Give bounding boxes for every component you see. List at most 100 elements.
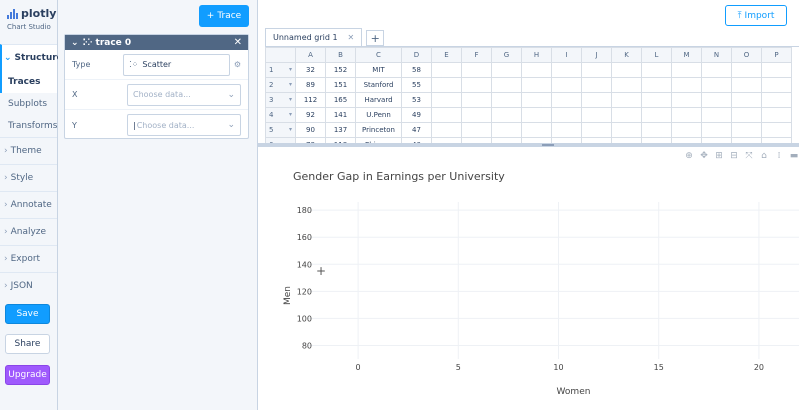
grid-cell[interactable] [761,62,792,78]
column-header[interactable]: E [431,47,462,63]
grid-cell[interactable] [761,107,792,123]
grid-cell[interactable] [731,122,762,138]
x-data-select[interactable]: Choose data... ⌄ [127,83,241,106]
grid-cell[interactable] [611,107,642,123]
grid-cell[interactable]: 165 [325,92,356,108]
gear-icon[interactable]: ⚙ [234,60,241,69]
row-menu-icon[interactable]: ▾ [289,126,292,133]
column-header[interactable]: J [581,47,612,63]
grid-cell[interactable]: Stanford [355,77,402,93]
grid-cell[interactable]: 152 [325,62,356,78]
grid-cell[interactable] [731,77,762,93]
grid-cell[interactable]: 47 [401,122,432,138]
column-header[interactable]: O [731,47,762,63]
column-header[interactable]: K [611,47,642,63]
share-button[interactable]: Share [5,334,50,354]
grid-cell[interactable]: 32 [295,62,326,78]
grid-cell[interactable] [761,122,792,138]
nav-analyze[interactable]: › Analyze [0,218,57,245]
grid-cell[interactable]: 89 [295,77,326,93]
grid-cell[interactable]: 137 [325,122,356,138]
column-header[interactable]: N [701,47,732,63]
upgrade-button[interactable]: Upgrade [5,365,50,385]
grid-cell[interactable] [491,92,522,108]
grid-cell[interactable] [641,122,672,138]
column-header[interactable]: A [295,47,326,63]
grid-cell[interactable] [731,92,762,108]
grid-cell[interactable] [521,77,552,93]
grid-cell[interactable] [461,107,492,123]
grid-cell[interactable] [581,62,612,78]
nav-json[interactable]: › JSON [0,272,57,299]
nav-annotate[interactable]: › Annotate [0,191,57,218]
grid-cell[interactable] [611,122,642,138]
grid-cell[interactable] [701,92,732,108]
column-header[interactable]: H [521,47,552,63]
column-header[interactable]: L [641,47,672,63]
row-header[interactable]: 2 ▾ [265,77,296,93]
column-header[interactable]: F [461,47,492,63]
grid-cell[interactable] [671,77,702,93]
close-icon[interactable]: ✕ [234,37,242,48]
row-menu-icon[interactable]: ▾ [289,111,292,118]
row-menu-icon[interactable]: ▾ [289,96,292,103]
grid-cell[interactable] [581,92,612,108]
grid-cell[interactable] [551,77,582,93]
grid-cell[interactable] [491,62,522,78]
grid-cell[interactable]: 55 [401,77,432,93]
nav-item-transforms[interactable]: Transforms [0,115,57,137]
row-header[interactable]: 3 ▾ [265,92,296,108]
grid-cell[interactable] [491,107,522,123]
grid-cell[interactable] [671,92,702,108]
grid-cell[interactable]: 90 [295,122,326,138]
grid-cell[interactable]: MIT [355,62,402,78]
row-header[interactable]: 1 ▾ [265,62,296,78]
grid-cell[interactable] [461,92,492,108]
trace-header[interactable]: ⌄ ⁚⁘ trace 0 ✕ [65,35,248,50]
grid-cell[interactable] [461,122,492,138]
grid-cell[interactable] [521,122,552,138]
grid-cell[interactable] [551,122,582,138]
grid-cell[interactable] [611,77,642,93]
grid-cell[interactable] [671,122,702,138]
grid-cell[interactable] [551,92,582,108]
grid-cell[interactable] [431,62,462,78]
nav-item-subplots[interactable]: Subplots [0,93,57,115]
grid-cell[interactable]: 141 [325,107,356,123]
grid-cell[interactable] [551,107,582,123]
grid-cell[interactable] [551,62,582,78]
column-header[interactable]: P [761,47,792,63]
grid-cell[interactable]: 92 [295,107,326,123]
grid-cell[interactable] [491,122,522,138]
grid-cell[interactable]: 49 [401,107,432,123]
row-header[interactable]: 4 ▾ [265,107,296,123]
column-header[interactable]: G [491,47,522,63]
grid-cell[interactable]: 112 [295,92,326,108]
grid-cell[interactable] [491,77,522,93]
grid-cell[interactable] [641,92,672,108]
nav-structure[interactable]: ⌄ Structure [0,44,63,71]
import-button[interactable]: ⤒ Import [725,5,787,26]
grid-cell[interactable] [611,92,642,108]
save-button[interactable]: Save [5,304,50,324]
grid-tab[interactable]: Unnamed grid 1 ✕ [265,28,363,46]
add-grid-button[interactable]: + [366,30,385,46]
add-trace-button[interactable]: + Trace [199,5,249,27]
grid-cell[interactable]: 151 [325,77,356,93]
grid-cell[interactable] [521,107,552,123]
grid-cell[interactable] [431,77,462,93]
scatter-chart[interactable]: 0 5 10 15 20 80 100 120 140 160 180 Women Men [258,147,799,410]
grid-cell[interactable] [521,92,552,108]
grid-cell[interactable]: Harvard [355,92,402,108]
grid-cell[interactable] [581,122,612,138]
grid-cell[interactable] [641,62,672,78]
grid-cell[interactable] [521,62,552,78]
grid-cell[interactable] [731,107,762,123]
column-header[interactable]: D [401,47,432,63]
column-header[interactable]: I [551,47,582,63]
nav-item-traces[interactable]: Traces [0,71,57,93]
grid-cell[interactable] [461,62,492,78]
grid-cell[interactable]: U.Penn [355,107,402,123]
column-header[interactable]: B [325,47,356,63]
grid-cell[interactable] [641,77,672,93]
